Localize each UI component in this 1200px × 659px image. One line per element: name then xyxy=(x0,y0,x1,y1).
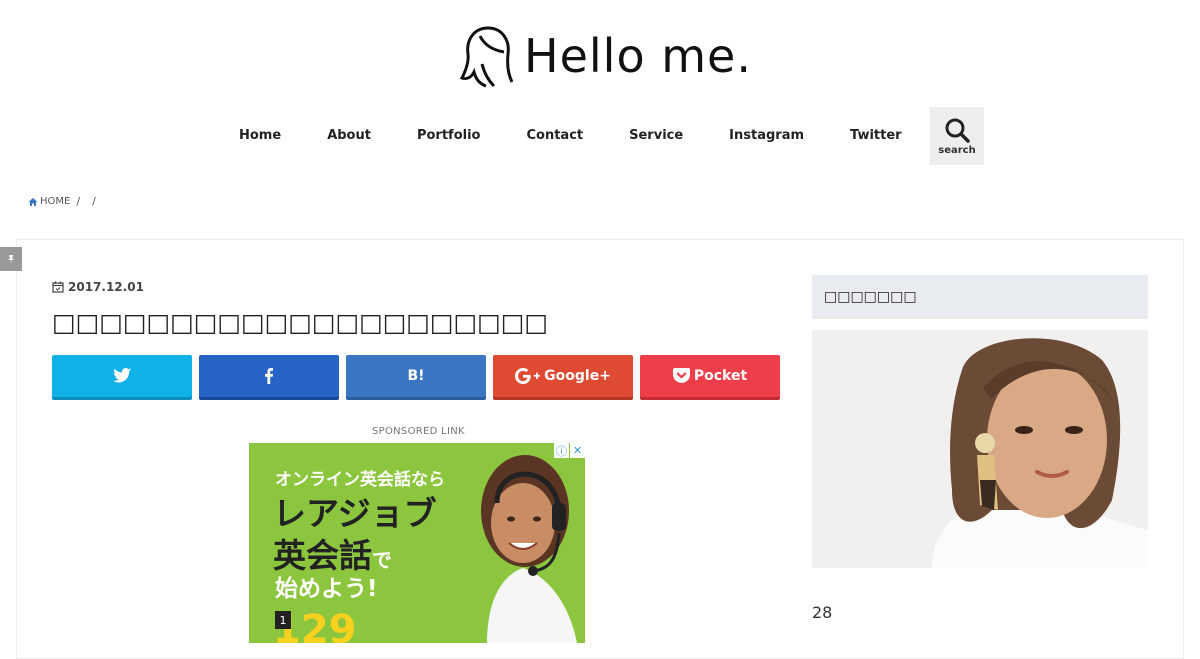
share-twitter-button[interactable] xyxy=(52,355,192,397)
share-buttons: B! Google+ Pocket xyxy=(52,355,787,397)
breadcrumb: HOME / / xyxy=(28,195,102,208)
ad-price-badge: 1 xyxy=(275,611,291,629)
ad-close-icon[interactable]: ✕ xyxy=(570,443,585,458)
share-google-button[interactable]: Google+ xyxy=(493,355,633,397)
ad-brand: レアジョブ xyxy=(273,494,437,533)
google-label: Google+ xyxy=(544,368,611,384)
site-title: Hello me. xyxy=(524,29,752,83)
breadcrumb-separator: / xyxy=(92,195,96,208)
post-title: □□□□□□□□□□□□□□□□□□□□□ xyxy=(52,308,549,337)
main-nav: Home About Portfolio Contact Service Ins… xyxy=(216,108,925,164)
twitter-icon xyxy=(112,368,132,383)
calendar-icon xyxy=(52,281,64,293)
profile-portrait-image xyxy=(812,330,1148,568)
ad-info-icon[interactable]: ⓘ xyxy=(554,443,569,458)
pin-tag xyxy=(0,247,22,271)
nav-item-contact[interactable]: Contact xyxy=(503,114,606,158)
sidebar-profile-title: □□□□□□□ xyxy=(812,275,1148,319)
google-plus-icon xyxy=(515,368,541,384)
profile-photo xyxy=(812,330,1148,568)
facebook-icon xyxy=(265,368,273,384)
nav-item-about[interactable]: About xyxy=(304,114,394,158)
site-header: Hello me. Home About Portfolio Contact S… xyxy=(0,0,1200,180)
pocket-label: Pocket xyxy=(693,368,748,384)
post-date: 2017.12.01 xyxy=(52,280,144,294)
hatena-label: B! xyxy=(407,368,425,384)
share-pocket-button[interactable]: Pocket xyxy=(640,355,780,397)
pin-icon xyxy=(8,255,14,264)
search-icon xyxy=(945,118,970,143)
nav-item-service[interactable]: Service xyxy=(606,114,706,158)
breadcrumb-separator: / xyxy=(76,195,81,208)
home-icon xyxy=(28,197,38,206)
search-button[interactable]: search xyxy=(930,107,984,165)
share-hatena-button[interactable]: B! xyxy=(346,355,486,397)
nav-item-instagram[interactable]: Instagram xyxy=(706,114,827,158)
woman-silhouette-icon xyxy=(459,26,514,88)
nav-item-portfolio[interactable]: Portfolio xyxy=(394,114,504,158)
advertisement-banner[interactable]: ⓘ ✕ オンライン英会話なら レアジョブ 英会話で 始めよう! 129 1 xyxy=(249,443,585,643)
pocket-icon xyxy=(672,368,690,383)
nav-item-home[interactable]: Home xyxy=(216,114,304,158)
sponsored-label: SPONSORED LINK xyxy=(372,426,465,437)
breadcrumb-home-link[interactable]: HOME xyxy=(40,196,70,207)
nav-item-twitter[interactable]: Twitter xyxy=(827,114,925,158)
post-date-text: 2017.12.01 xyxy=(68,280,144,294)
search-label: search xyxy=(938,144,976,156)
share-facebook-button[interactable] xyxy=(199,355,339,397)
site-logo[interactable]: Hello me. xyxy=(458,24,752,88)
ad-tagline: 始めよう! xyxy=(275,576,378,602)
profile-number: 28 xyxy=(812,603,833,622)
ad-person-image xyxy=(481,455,577,643)
ad-controls: ⓘ ✕ xyxy=(553,443,585,458)
